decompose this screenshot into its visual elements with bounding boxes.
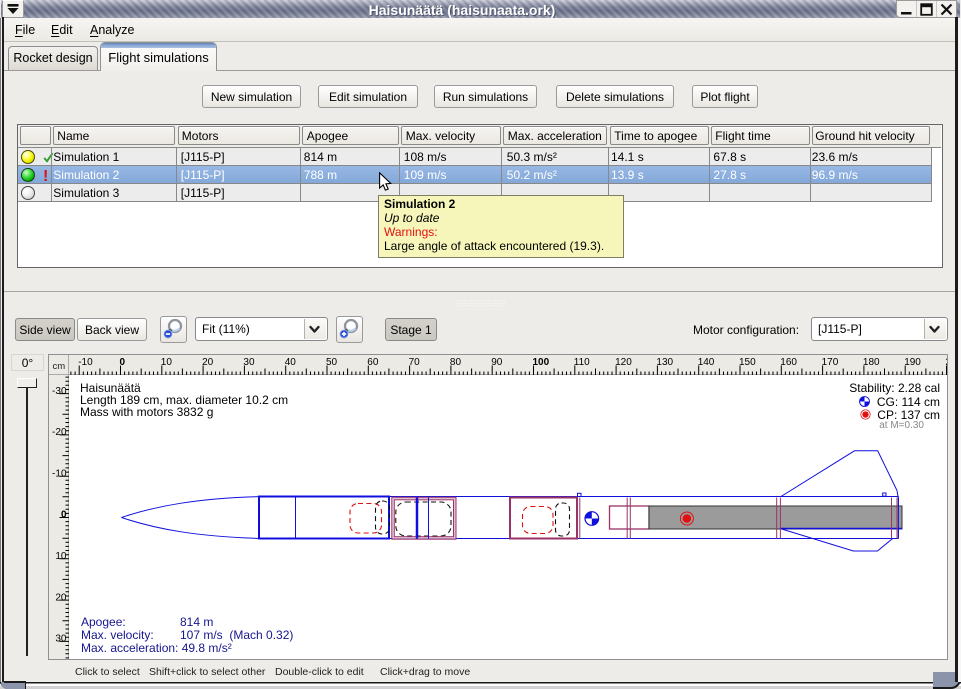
- svg-text:-10: -10: [52, 468, 67, 479]
- svg-text:10: 10: [55, 551, 67, 562]
- svg-text:30: 30: [243, 357, 255, 368]
- svg-text:190: 190: [904, 357, 921, 368]
- svg-text:20: 20: [55, 592, 67, 603]
- svg-text:160: 160: [780, 357, 797, 368]
- svg-text:-30: -30: [52, 386, 67, 397]
- svg-text:-20: -20: [52, 427, 67, 438]
- svg-text:40: 40: [285, 357, 297, 368]
- svg-text:50: 50: [326, 357, 338, 368]
- svg-text:140: 140: [698, 357, 715, 368]
- svg-text:10: 10: [161, 357, 173, 368]
- svg-text:170: 170: [822, 357, 839, 368]
- svg-text:0: 0: [120, 357, 126, 368]
- svg-text:80: 80: [450, 357, 462, 368]
- svg-text:-10: -10: [78, 357, 93, 368]
- svg-text:180: 180: [863, 357, 880, 368]
- svg-text:130: 130: [656, 357, 673, 368]
- svg-text:100: 100: [533, 357, 550, 368]
- svg-text:200: 200: [946, 357, 948, 368]
- svg-text:110: 110: [574, 357, 590, 368]
- svg-text:90: 90: [491, 357, 503, 368]
- svg-text:120: 120: [615, 357, 632, 368]
- svg-text:150: 150: [739, 357, 756, 368]
- svg-text:0: 0: [61, 510, 67, 521]
- svg-text:70: 70: [409, 357, 421, 368]
- svg-text:60: 60: [367, 357, 379, 368]
- svg-text:20: 20: [202, 357, 214, 368]
- svg-text:30: 30: [55, 634, 67, 645]
